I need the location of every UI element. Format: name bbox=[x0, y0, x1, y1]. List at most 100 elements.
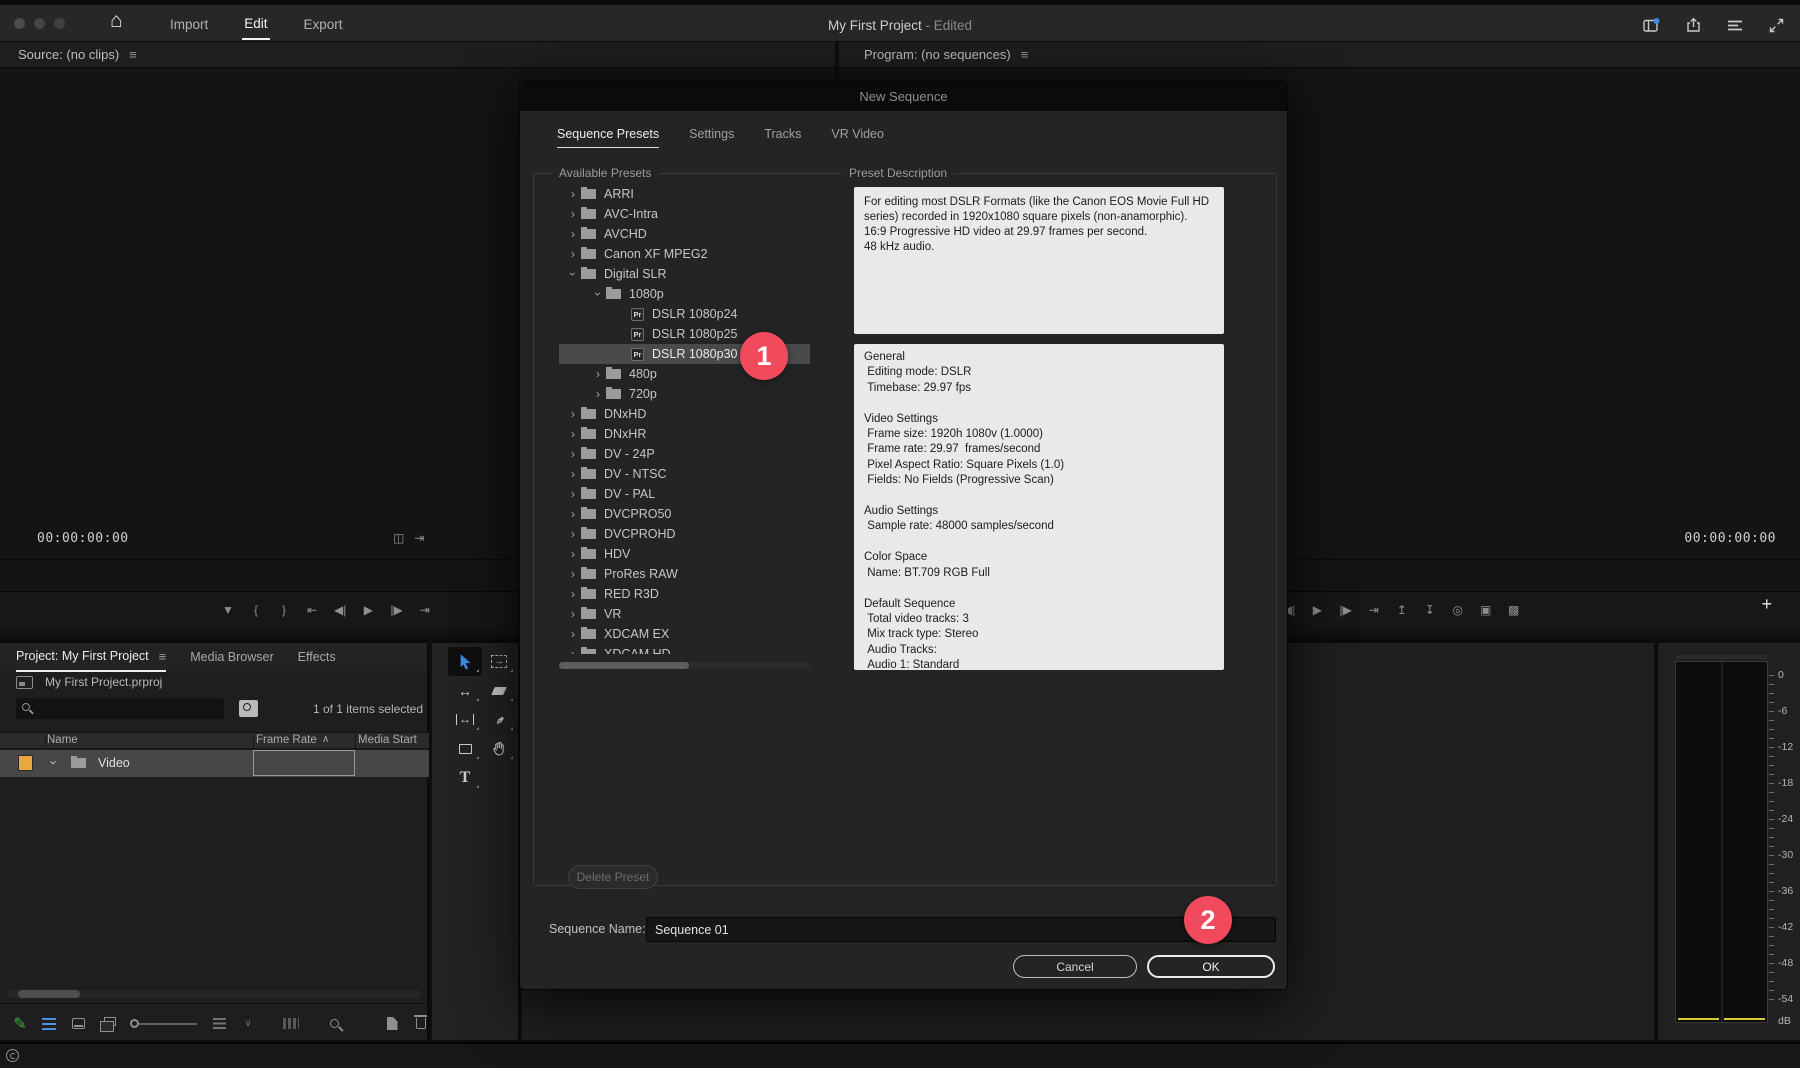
goto-out-icon[interactable]: ⇥ bbox=[419, 603, 431, 617]
column-name[interactable]: Name bbox=[47, 734, 78, 746]
audio-meter-bars[interactable] bbox=[1675, 655, 1768, 1023]
preset-tree-item[interactable]: Pr DSLR 1080p24 bbox=[559, 304, 810, 324]
preset-tree-item[interactable]: › AVC-Intra bbox=[559, 204, 810, 224]
project-search-box[interactable] bbox=[16, 698, 224, 719]
preset-tree-item[interactable]: › ProRes RAW bbox=[559, 564, 810, 584]
slip-tool[interactable]: ↔ bbox=[448, 705, 482, 734]
track-select-forward-tool[interactable]: → bbox=[482, 647, 516, 676]
settings-output-icon[interactable]: ◫ bbox=[393, 531, 404, 545]
export-frame-icon[interactable]: ◎ bbox=[1452, 603, 1464, 617]
preset-tree-item[interactable]: › VR bbox=[559, 604, 810, 624]
list-view-button[interactable] bbox=[41, 1013, 57, 1035]
program-timecode[interactable]: 00:00:00:00 bbox=[1684, 531, 1776, 546]
panel-menu-icon[interactable]: ≡ bbox=[159, 649, 167, 664]
chevron-collapsed-icon[interactable]: › bbox=[565, 627, 581, 641]
ripple-edit-tool[interactable]: ↔ bbox=[448, 676, 482, 705]
preset-tree-item[interactable]: › DNxHD bbox=[559, 404, 810, 424]
new-bin-button[interactable] bbox=[355, 1013, 371, 1035]
cancel-button[interactable]: Cancel bbox=[1013, 955, 1137, 978]
chevron-collapsed-icon[interactable]: › bbox=[565, 227, 581, 241]
preset-tree-item[interactable]: › DVCPROHD bbox=[559, 524, 810, 544]
drag-audio-icon[interactable]: ⇥ bbox=[414, 531, 424, 545]
sort-chevron-icon[interactable]: ∧ bbox=[322, 734, 329, 745]
clear-button[interactable] bbox=[413, 1013, 429, 1035]
source-timecode[interactable]: 00:00:00:00 bbox=[37, 531, 129, 546]
tree-horizontal-scrollbar[interactable] bbox=[559, 662, 810, 669]
frame-rate-cell[interactable] bbox=[253, 750, 355, 776]
goto-in-icon[interactable]: ⇤ bbox=[306, 603, 318, 617]
preset-tree-item[interactable]: › AVCHD bbox=[559, 224, 810, 244]
add-button[interactable]: + bbox=[1761, 594, 1772, 615]
preset-tree-item[interactable]: › HDV bbox=[559, 544, 810, 564]
lift-icon[interactable]: ↥ bbox=[1396, 603, 1408, 617]
tab-media-browser[interactable]: Media Browser bbox=[190, 650, 273, 664]
column-frame-rate[interactable]: Frame Rate bbox=[256, 734, 317, 746]
search-in-bin-icon[interactable] bbox=[239, 700, 258, 717]
selection-tool[interactable] bbox=[448, 647, 482, 676]
rectangle-tool[interactable] bbox=[448, 734, 482, 763]
mark-out-icon[interactable]: } bbox=[278, 603, 290, 617]
icon-view-button[interactable] bbox=[70, 1013, 86, 1035]
preset-tree-item[interactable]: › DV - NTSC bbox=[559, 464, 810, 484]
search-input[interactable] bbox=[40, 700, 210, 717]
project-file-row[interactable]: My First Project.prproj bbox=[16, 675, 162, 689]
zoom-slider[interactable] bbox=[128, 1013, 198, 1035]
preset-tree-item[interactable]: › XDCAM EX bbox=[559, 624, 810, 644]
chevron-collapsed-icon[interactable]: › bbox=[565, 407, 581, 421]
hand-tool[interactable] bbox=[482, 734, 516, 763]
goto-out-icon[interactable]: ⇥ bbox=[1368, 603, 1380, 617]
share-icon[interactable] bbox=[1686, 17, 1701, 33]
sort-icons-button[interactable] bbox=[211, 1013, 227, 1035]
panel-menu-icon[interactable]: ≡ bbox=[129, 47, 137, 62]
freeform-view-button[interactable] bbox=[99, 1013, 116, 1035]
tab-vr-video[interactable]: VR Video bbox=[831, 127, 884, 148]
preset-tree-item[interactable]: › ARRI bbox=[559, 184, 810, 204]
chevron-collapsed-icon[interactable]: › bbox=[565, 467, 581, 481]
tab-sequence-presets[interactable]: Sequence Presets bbox=[557, 127, 660, 148]
chevron-collapsed-icon[interactable]: › bbox=[565, 447, 581, 461]
play-icon[interactable]: ▶ bbox=[362, 603, 374, 617]
tab-effects[interactable]: Effects bbox=[298, 650, 336, 664]
preset-tree-item[interactable]: › Canon XF MPEG2 bbox=[559, 244, 810, 264]
preset-tree-item[interactable]: › 1080p bbox=[559, 284, 810, 304]
sort-direction-button[interactable]: ∨ bbox=[240, 1013, 256, 1035]
step-forward-icon[interactable]: |▶ bbox=[1339, 603, 1351, 617]
delete-preset-button[interactable]: Delete Preset bbox=[568, 865, 658, 889]
mark-in-icon[interactable]: { bbox=[250, 603, 262, 617]
find-button[interactable] bbox=[326, 1013, 342, 1035]
play-icon[interactable]: ▶ bbox=[1311, 603, 1323, 617]
preset-tree-item[interactable]: › DV - PAL bbox=[559, 484, 810, 504]
step-back-icon[interactable]: ◀| bbox=[334, 603, 346, 617]
chevron-collapsed-icon[interactable]: › bbox=[565, 607, 581, 621]
preset-tree-item[interactable]: › Digital SLR bbox=[559, 264, 810, 284]
chevron-collapsed-icon[interactable]: › bbox=[565, 507, 581, 521]
preset-tree-item[interactable]: › 720p bbox=[559, 384, 810, 404]
chevron-down-icon[interactable]: › bbox=[47, 760, 62, 764]
step-forward-icon[interactable]: |▶ bbox=[390, 603, 402, 617]
add-marker-icon[interactable]: ▼ bbox=[222, 603, 234, 617]
chevron-collapsed-icon[interactable]: › bbox=[565, 247, 581, 261]
fullscreen-icon[interactable] bbox=[1769, 18, 1784, 33]
column-media-start[interactable]: Media Start bbox=[358, 734, 417, 746]
type-tool[interactable]: T bbox=[448, 763, 482, 792]
workspaces-menu-icon[interactable] bbox=[1727, 19, 1743, 32]
chevron-collapsed-icon[interactable]: › bbox=[565, 587, 581, 601]
preset-tree-item[interactable]: › XDCAM HD bbox=[559, 644, 810, 654]
bin-row-video[interactable]: › Video bbox=[0, 750, 429, 777]
pen-tool[interactable]: ✒ bbox=[482, 705, 516, 734]
chevron-collapsed-icon[interactable]: › bbox=[565, 527, 581, 541]
chevron-collapsed-icon[interactable]: › bbox=[565, 647, 581, 654]
automate-to-sequence-button[interactable] bbox=[283, 1013, 299, 1035]
ok-button[interactable]: OK bbox=[1147, 955, 1275, 978]
horizontal-scrollbar[interactable] bbox=[8, 990, 421, 998]
chevron-expanded-icon[interactable]: › bbox=[566, 266, 580, 282]
tab-project[interactable]: Project: My First Project ≡ bbox=[16, 643, 167, 672]
creative-cloud-icon[interactable] bbox=[6, 1049, 19, 1062]
panel-menu-icon[interactable]: ≡ bbox=[1021, 47, 1029, 62]
chevron-collapsed-icon[interactable]: › bbox=[590, 387, 606, 401]
chevron-collapsed-icon[interactable]: › bbox=[565, 487, 581, 501]
overwrite-icon[interactable]: ▩ bbox=[1508, 603, 1520, 617]
label-color-swatch[interactable] bbox=[18, 755, 33, 771]
chevron-collapsed-icon[interactable]: › bbox=[565, 207, 581, 221]
chevron-collapsed-icon[interactable]: › bbox=[565, 427, 581, 441]
